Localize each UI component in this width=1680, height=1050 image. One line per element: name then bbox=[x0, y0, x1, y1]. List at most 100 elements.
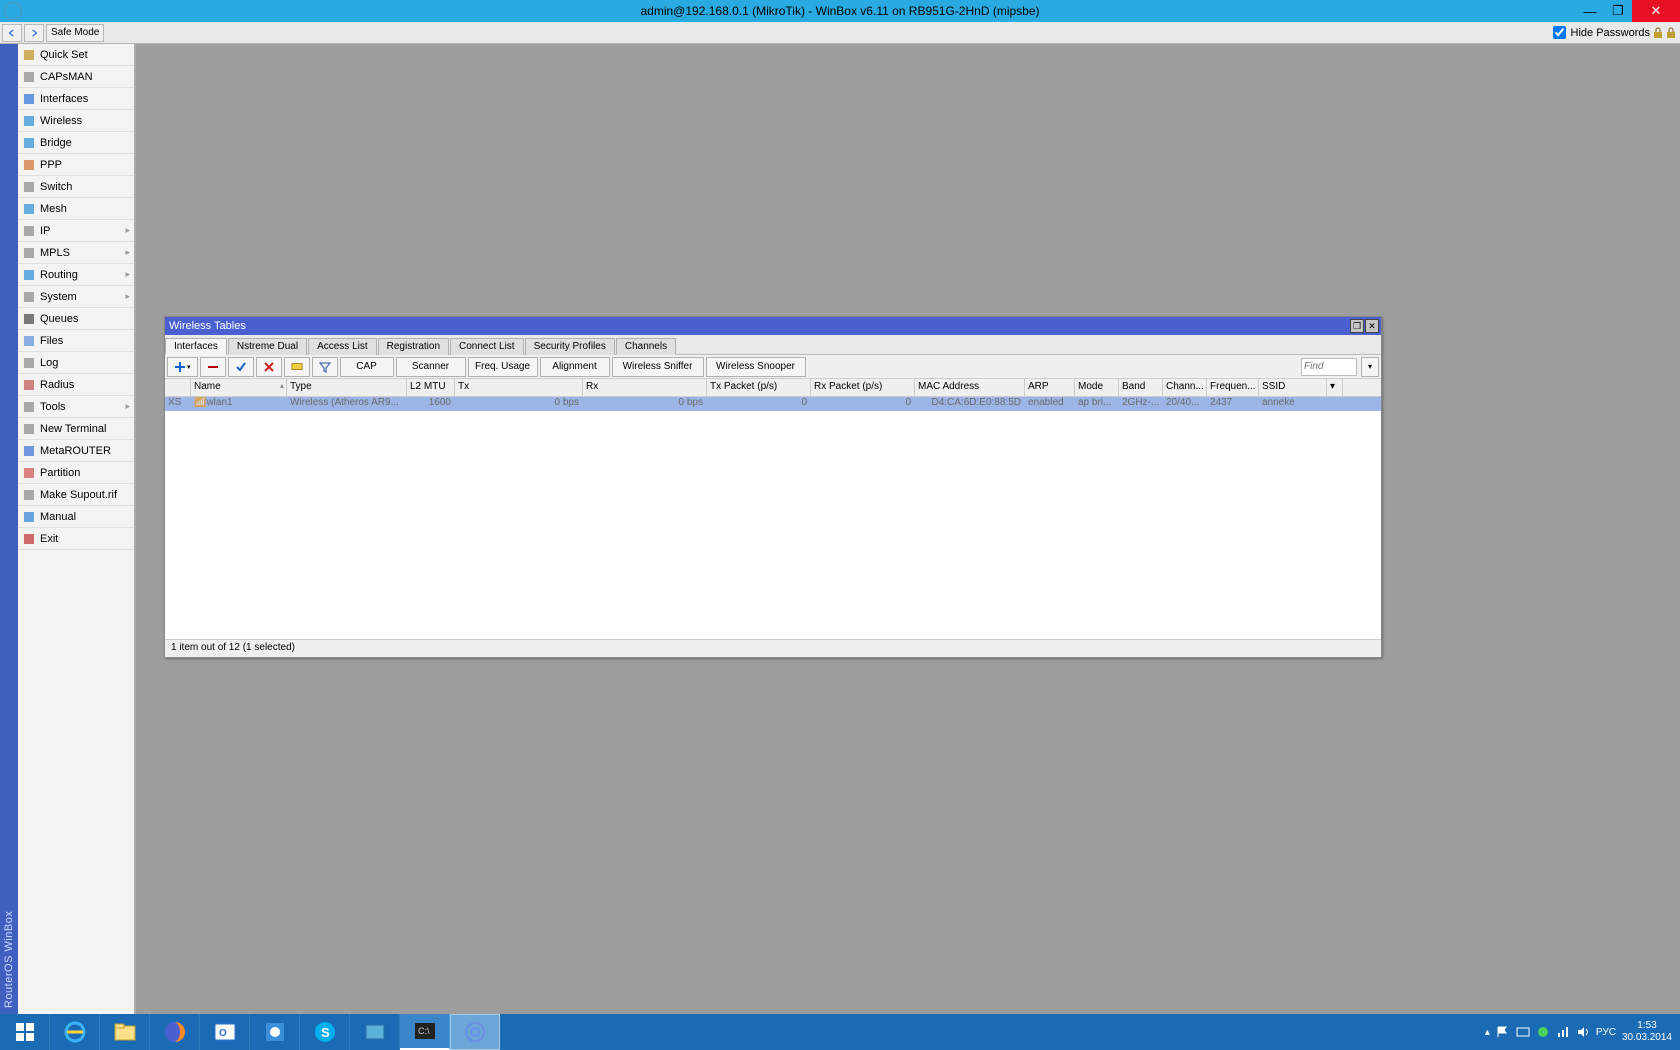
sidebar-item-manual[interactable]: Manual bbox=[18, 506, 134, 528]
taskbar-firefox-icon[interactable] bbox=[150, 1014, 200, 1050]
tray-icon[interactable] bbox=[1516, 1025, 1530, 1039]
tray-chevron-icon[interactable]: ▴ bbox=[1485, 1027, 1490, 1038]
remove-button[interactable] bbox=[200, 357, 226, 377]
minimize-button[interactable]: — bbox=[1576, 0, 1604, 22]
column-header-mac-address[interactable]: MAC Address bbox=[915, 379, 1025, 396]
tab-connect-list[interactable]: Connect List bbox=[450, 338, 524, 355]
wireless-sniffer-button[interactable]: Wireless Sniffer bbox=[612, 357, 704, 377]
sidebar-item-switch[interactable]: Switch bbox=[18, 176, 134, 198]
sidebar-item-partition[interactable]: Partition bbox=[18, 462, 134, 484]
sidebar-item-label: Interfaces bbox=[40, 93, 88, 105]
hide-passwords-checkbox[interactable] bbox=[1553, 26, 1566, 39]
column-header-rx[interactable]: Rx bbox=[583, 379, 707, 396]
hide-passwords-label: Hide Passwords bbox=[1571, 27, 1650, 39]
sidebar-item-new-terminal[interactable]: New Terminal bbox=[18, 418, 134, 440]
tab-access-list[interactable]: Access List bbox=[308, 338, 377, 355]
sidebar-item-log[interactable]: Log bbox=[18, 352, 134, 374]
taskbar-skype-icon[interactable]: S bbox=[300, 1014, 350, 1050]
safe-mode-button[interactable]: Safe Mode bbox=[46, 24, 104, 42]
sidebar-item-files[interactable]: Files bbox=[18, 330, 134, 352]
disable-button[interactable] bbox=[256, 357, 282, 377]
taskbar-winbox-icon[interactable] bbox=[450, 1014, 500, 1050]
table-row[interactable]: XS📶wlan1Wireless (Atheros AR9...16000 bp… bbox=[165, 397, 1381, 411]
sidebar-item-quick-set[interactable]: Quick Set bbox=[18, 44, 134, 66]
column-header-band[interactable]: Band bbox=[1119, 379, 1163, 396]
column-header-chann-[interactable]: Chann... bbox=[1163, 379, 1207, 396]
sidebar-item-label: Queues bbox=[40, 313, 79, 325]
sidebar-item-mesh[interactable]: Mesh bbox=[18, 198, 134, 220]
network-icon[interactable] bbox=[1556, 1025, 1570, 1039]
subwindow-titlebar[interactable]: Wireless Tables ❐ ✕ bbox=[165, 317, 1381, 335]
language-indicator[interactable]: РУС bbox=[1596, 1027, 1616, 1038]
sidebar-item-routing[interactable]: Routing▸ bbox=[18, 264, 134, 286]
start-button[interactable] bbox=[0, 1014, 50, 1050]
column-header-type[interactable]: Type bbox=[287, 379, 407, 396]
find-dropdown-button[interactable]: ▾ bbox=[1361, 357, 1379, 377]
sidebar-item-radius[interactable]: Radius bbox=[18, 374, 134, 396]
taskbar-terminal-icon[interactable]: C:\ bbox=[400, 1014, 450, 1050]
column-header-tx[interactable]: Tx bbox=[455, 379, 583, 396]
wireless-snooper-button[interactable]: Wireless Snooper bbox=[706, 357, 806, 377]
taskbar-app-icon[interactable] bbox=[250, 1014, 300, 1050]
sidebar-item-queues[interactable]: Queues bbox=[18, 308, 134, 330]
columns-dropdown-button[interactable]: ▾ bbox=[1327, 379, 1343, 396]
column-header-arp[interactable]: ARP bbox=[1025, 379, 1075, 396]
find-input[interactable] bbox=[1301, 358, 1357, 376]
cell: 📶wlan1 bbox=[191, 397, 287, 411]
taskbar-explorer-icon[interactable] bbox=[100, 1014, 150, 1050]
sidebar-item-system[interactable]: System▸ bbox=[18, 286, 134, 308]
volume-icon[interactable] bbox=[1576, 1025, 1590, 1039]
tab-interfaces[interactable]: Interfaces bbox=[165, 338, 227, 355]
sidebar-item-exit[interactable]: Exit bbox=[18, 528, 134, 550]
clock-date: 30.03.2014 bbox=[1622, 1032, 1672, 1044]
sidebar-item-metarouter[interactable]: MetaROUTER bbox=[18, 440, 134, 462]
cap-button[interactable]: CAP bbox=[340, 357, 394, 377]
sidebar-item-interfaces[interactable]: Interfaces bbox=[18, 88, 134, 110]
column-header-l2-mtu[interactable]: L2 MTU bbox=[407, 379, 455, 396]
sidebar-item-make-supout-rif[interactable]: Make Supout.rif bbox=[18, 484, 134, 506]
column-header-tx-packet-p-s-[interactable]: Tx Packet (p/s) bbox=[707, 379, 811, 396]
add-button[interactable]: ▾ bbox=[167, 357, 198, 377]
cell: 2437 bbox=[1207, 397, 1259, 411]
flag-icon[interactable] bbox=[1496, 1025, 1510, 1039]
tab-channels[interactable]: Channels bbox=[616, 338, 676, 355]
undo-button[interactable] bbox=[2, 24, 22, 42]
sidebar-item-ppp[interactable]: PPP bbox=[18, 154, 134, 176]
comment-button[interactable] bbox=[284, 357, 310, 377]
filter-button[interactable] bbox=[312, 357, 338, 377]
sidebar-item-wireless[interactable]: Wireless bbox=[18, 110, 134, 132]
taskbar-outlook-icon[interactable]: O bbox=[200, 1014, 250, 1050]
subwindow-restore-button[interactable]: ❐ bbox=[1350, 319, 1364, 333]
menu-icon bbox=[22, 268, 36, 282]
sidebar-item-capsman[interactable]: CAPsMAN bbox=[18, 66, 134, 88]
freq-usage-button[interactable]: Freq. Usage bbox=[468, 357, 538, 377]
column-header-mode[interactable]: Mode bbox=[1075, 379, 1119, 396]
tray-icon[interactable] bbox=[1536, 1025, 1550, 1039]
taskbar-app-icon[interactable] bbox=[350, 1014, 400, 1050]
subwindow-title: Wireless Tables bbox=[169, 320, 246, 332]
column-header-ssid[interactable]: SSID bbox=[1259, 379, 1327, 396]
subwindow-toolbar: ▾ CAP Scanner Freq. Usage Alignment Wire… bbox=[165, 355, 1381, 379]
close-button[interactable]: ✕ bbox=[1632, 0, 1680, 22]
clock[interactable]: 1:53 30.03.2014 bbox=[1622, 1020, 1672, 1044]
tab-registration[interactable]: Registration bbox=[378, 338, 449, 355]
menu-icon bbox=[22, 444, 36, 458]
column-header-rx-packet-p-s-[interactable]: Rx Packet (p/s) bbox=[811, 379, 915, 396]
column-header-frequen-[interactable]: Frequen... bbox=[1207, 379, 1259, 396]
tab-nstreme-dual[interactable]: Nstreme Dual bbox=[228, 338, 307, 355]
sidebar-item-tools[interactable]: Tools▸ bbox=[18, 396, 134, 418]
taskbar-ie-icon[interactable] bbox=[50, 1014, 100, 1050]
alignment-button[interactable]: Alignment bbox=[540, 357, 610, 377]
sidebar-item-mpls[interactable]: MPLS▸ bbox=[18, 242, 134, 264]
column-header-name[interactable]: Name▴ bbox=[191, 379, 287, 396]
tab-security-profiles[interactable]: Security Profiles bbox=[525, 338, 615, 355]
subwindow-close-button[interactable]: ✕ bbox=[1365, 319, 1379, 333]
cell: 0 bbox=[811, 397, 915, 411]
redo-button[interactable] bbox=[24, 24, 44, 42]
scanner-button[interactable]: Scanner bbox=[396, 357, 466, 377]
enable-button[interactable] bbox=[228, 357, 254, 377]
sidebar-item-bridge[interactable]: Bridge bbox=[18, 132, 134, 154]
column-header-flag[interactable] bbox=[165, 379, 191, 396]
maximize-button[interactable]: ❐ bbox=[1604, 0, 1632, 22]
sidebar-item-ip[interactable]: IP▸ bbox=[18, 220, 134, 242]
